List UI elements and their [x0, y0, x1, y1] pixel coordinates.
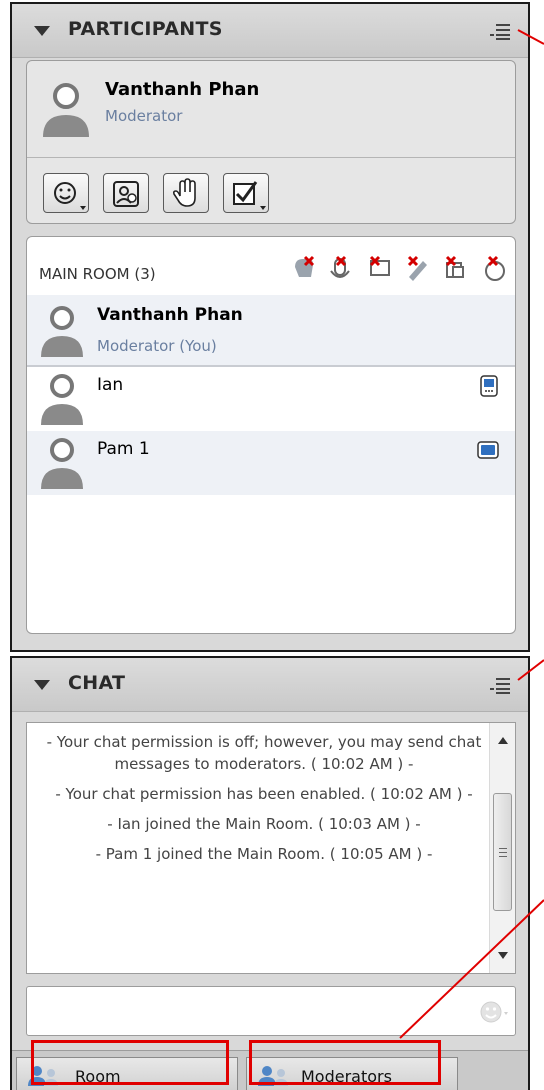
participants-title: PARTICIPANTS	[68, 18, 223, 40]
participants-header[interactable]: PARTICIPANTS	[12, 4, 528, 58]
my-name: Vanthanh Phan	[105, 79, 260, 100]
scroll-down-arrow-icon[interactable]	[498, 952, 508, 959]
collaborate-sidebar: PARTICIPANTS Vanthanh Phan Moderator MAI…	[0, 0, 544, 1090]
participant-name: Ian	[97, 375, 124, 395]
participant-row[interactable]: Ian	[27, 367, 515, 431]
chat-scrollbar[interactable]	[489, 723, 515, 973]
collapse-triangle-icon[interactable]	[34, 680, 50, 690]
participants-panel: PARTICIPANTS Vanthanh Phan Moderator MAI…	[10, 2, 530, 652]
highlight-box-moderators	[249, 1040, 441, 1085]
participant-name: Pam 1	[97, 439, 150, 459]
no-audio-icon[interactable]	[295, 255, 315, 277]
scroll-up-arrow-icon[interactable]	[498, 737, 508, 744]
my-role: Moderator	[105, 107, 183, 125]
chat-header[interactable]: CHAT	[12, 658, 528, 712]
feedback-button[interactable]	[223, 173, 269, 213]
collapse-triangle-icon[interactable]	[34, 26, 50, 36]
participant-avatar-icon	[41, 374, 83, 425]
raise-hand-button[interactable]	[163, 173, 209, 213]
scroll-thumb[interactable]	[493, 793, 512, 911]
checkbox-dropdown-icon	[233, 181, 266, 210]
no-chat-icon[interactable]	[369, 255, 390, 276]
user-avatar-icon	[43, 83, 89, 137]
chat-message: - Ian joined the Main Room. ( 10:03 AM )…	[107, 815, 421, 833]
participant-role: Moderator (You)	[97, 337, 217, 355]
chat-panel: CHAT - Your chat permission is off; howe…	[10, 656, 530, 1090]
no-microphone-icon[interactable]	[330, 255, 350, 278]
participant-avatar-icon	[41, 306, 83, 357]
panel-menu-icon[interactable]	[490, 22, 512, 40]
raise-hand-icon	[172, 178, 196, 207]
emoticon-dropdown-icon	[54, 182, 86, 210]
status-icons	[295, 255, 505, 281]
emoticon-picker-icon[interactable]	[479, 999, 509, 1025]
chat-message: - Pam 1 joined the Main Room. ( 10:05 AM…	[95, 845, 433, 863]
chat-message: - Your chat permission has been enabled.…	[55, 785, 473, 803]
no-web-tour-icon[interactable]	[485, 255, 505, 281]
panel-menu-icon[interactable]	[490, 676, 512, 694]
room-label: MAIN ROOM (3)	[39, 265, 156, 283]
participant-row[interactable]: Vanthanh Phan Moderator (You)	[27, 295, 515, 365]
chat-title: CHAT	[68, 672, 126, 694]
chat-message: - Your chat permission is off; however, …	[46, 733, 482, 773]
highlight-box-room	[31, 1040, 229, 1085]
participant-name: Vanthanh Phan	[97, 305, 243, 325]
mobile-device-icon	[480, 375, 498, 397]
chat-log[interactable]: - Your chat permission is off; however, …	[26, 722, 516, 974]
desktop-device-icon	[477, 441, 499, 459]
profile-button[interactable]	[103, 173, 149, 213]
emotion-button[interactable]	[43, 173, 89, 213]
card-divider	[27, 157, 515, 158]
no-whiteboard-icon[interactable]	[407, 255, 427, 281]
chat-input[interactable]	[35, 997, 455, 1025]
chat-input-box[interactable]	[26, 986, 516, 1036]
participant-avatar-icon	[41, 438, 83, 489]
profile-icon	[113, 181, 139, 207]
participant-row[interactable]: Pam 1	[27, 431, 515, 495]
my-profile-card: Vanthanh Phan Moderator	[26, 60, 516, 224]
participant-list: MAIN ROOM (3) Vanthanh Phan Moderator (Y…	[26, 236, 516, 634]
no-app-share-icon[interactable]	[445, 255, 464, 278]
